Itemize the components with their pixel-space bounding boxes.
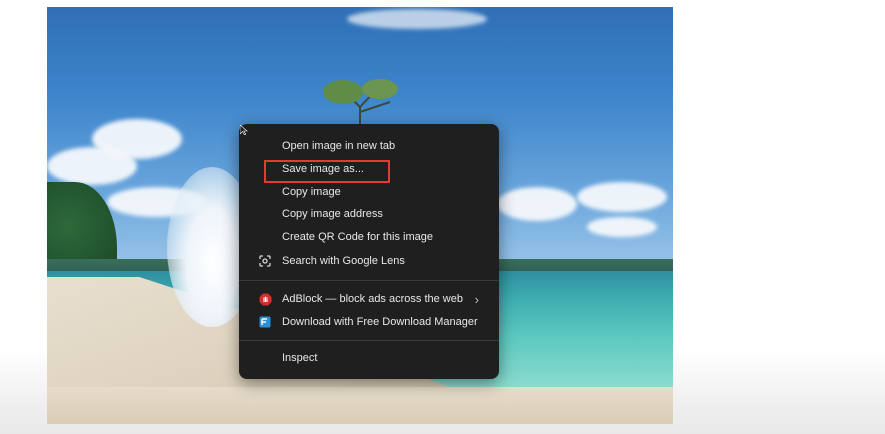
menu-item-google-lens[interactable]: Search with Google Lens [239, 250, 499, 272]
menu-item-label: Download with Free Download Manager [282, 316, 478, 328]
cloud [347, 9, 487, 29]
highlight-box [264, 160, 390, 183]
menu-item-open-image-new-tab[interactable]: Open image in new tab [239, 135, 499, 157]
menu-item-adblock[interactable]: AdBlock — block ads across the web › [239, 288, 499, 310]
menu-item-label: AdBlock — block ads across the web [282, 293, 463, 305]
chevron-right-icon: › [474, 291, 479, 307]
menu-item-free-download-manager[interactable]: Download with Free Download Manager [239, 311, 499, 333]
sand-bottom [47, 387, 673, 424]
menu-item-label: Search with Google Lens [282, 255, 405, 267]
menu-item-label: Inspect [282, 352, 318, 364]
cloud [497, 187, 577, 221]
cloud [577, 182, 667, 212]
adblock-icon [258, 292, 272, 306]
google-lens-icon [258, 254, 272, 268]
menu-item-label: Copy image [282, 186, 341, 198]
menu-item-label: Open image in new tab [282, 140, 396, 152]
menu-item-copy-image[interactable]: Copy image [239, 181, 499, 203]
menu-item-label: Copy image address [282, 208, 383, 220]
menu-item-inspect[interactable]: Inspect [239, 347, 499, 369]
menu-item-copy-image-address[interactable]: Copy image address [239, 203, 499, 225]
cloud [587, 217, 657, 237]
menu-separator [239, 280, 499, 281]
menu-item-create-qr-code[interactable]: Create QR Code for this image [239, 226, 499, 248]
fdm-icon [258, 315, 272, 329]
menu-separator [239, 340, 499, 341]
menu-item-label: Create QR Code for this image [282, 231, 434, 243]
mouse-cursor-icon [240, 125, 248, 135]
cloud [47, 147, 137, 185]
